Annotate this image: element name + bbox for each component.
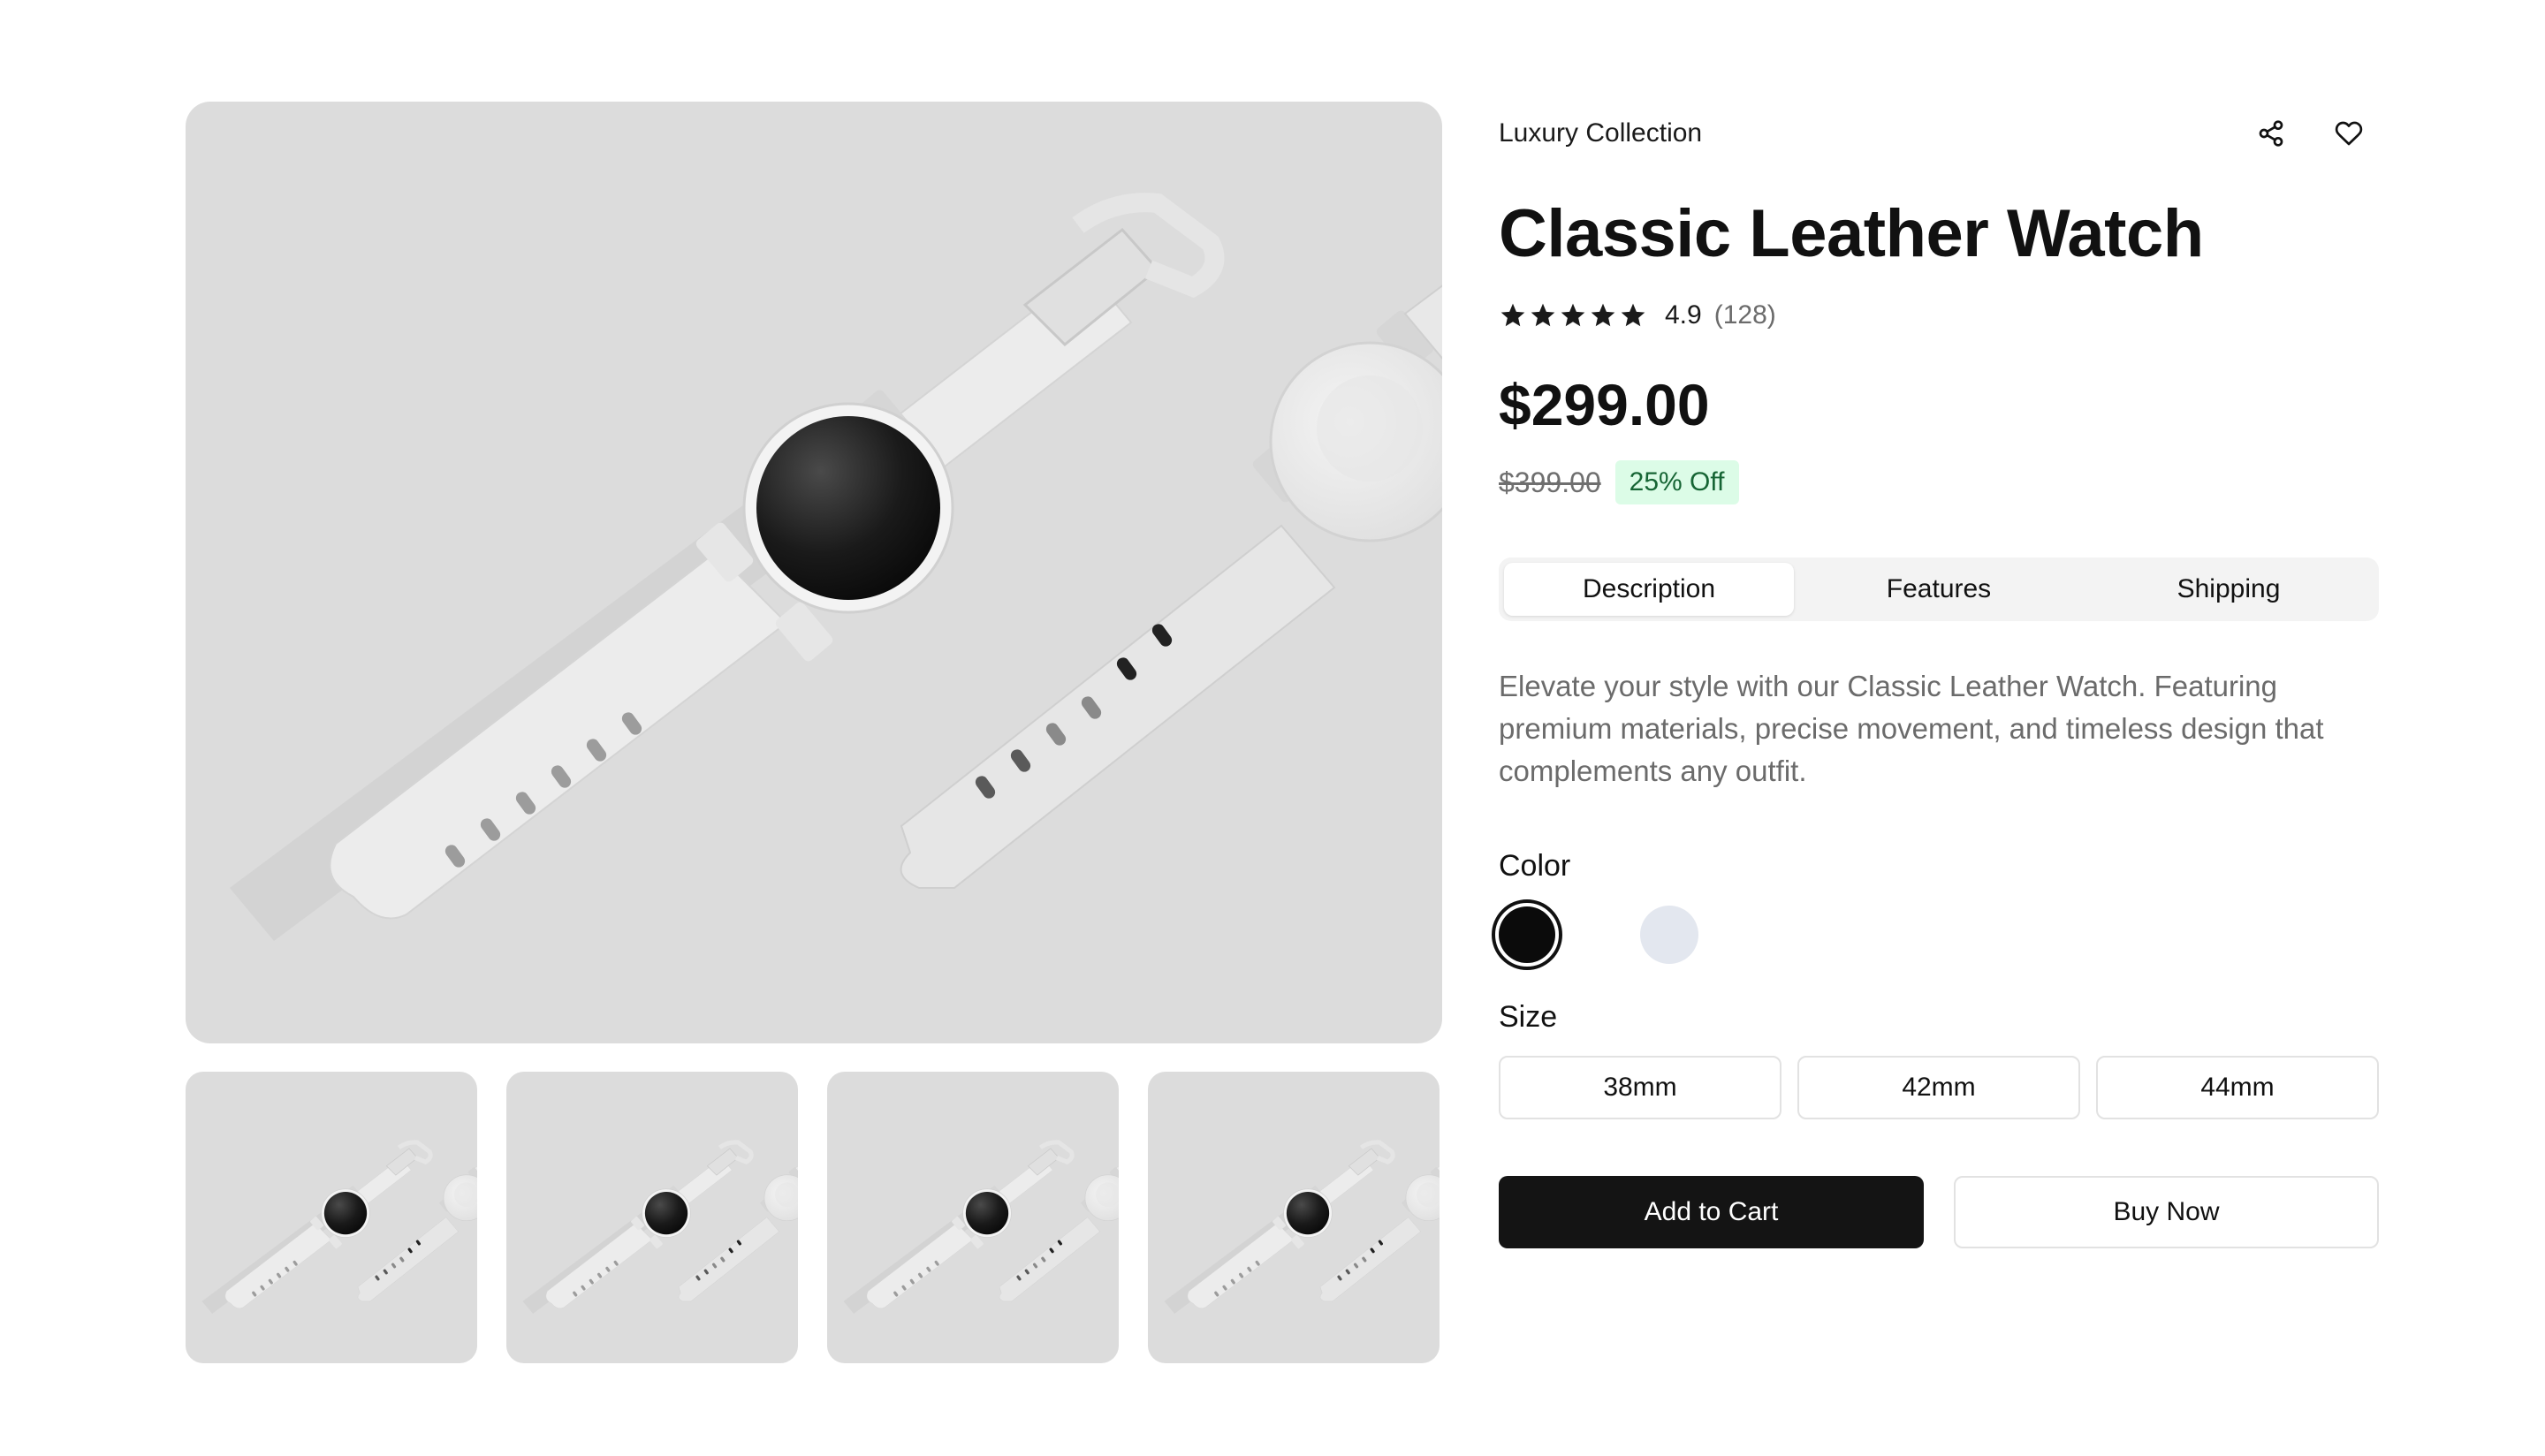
purchase-actions: Add to Cart Buy Now bbox=[1499, 1176, 2379, 1248]
main-product-image[interactable] bbox=[186, 102, 1442, 1043]
watch-image bbox=[186, 102, 1442, 1043]
thumbnail-4[interactable] bbox=[1148, 1072, 1440, 1363]
watch-thumbnail-image bbox=[506, 1072, 798, 1363]
current-price: $299.00 bbox=[1499, 372, 1710, 437]
product-tabs: Description Features Shipping bbox=[1499, 557, 2379, 621]
color-swatch-silver[interactable] bbox=[1640, 906, 1698, 964]
buy-now-button[interactable]: Buy Now bbox=[1954, 1176, 2379, 1248]
color-label: Color bbox=[1499, 849, 1571, 883]
star-rating bbox=[1499, 301, 1647, 330]
collection-label: Luxury Collection bbox=[1499, 118, 1703, 148]
share-button[interactable] bbox=[2250, 112, 2292, 155]
color-swatch-fill bbox=[1499, 906, 1555, 963]
watch-thumbnail-image bbox=[186, 1072, 477, 1363]
size-options: 38mm 42mm 44mm bbox=[1499, 1056, 2379, 1119]
star-icon bbox=[1621, 303, 1645, 327]
tab-description[interactable]: Description bbox=[1504, 563, 1794, 616]
discount-badge: 25% Off bbox=[1614, 460, 1739, 504]
watch-thumbnail-image bbox=[1148, 1072, 1440, 1363]
tab-features[interactable]: Features bbox=[1794, 563, 2084, 616]
thumbnail-1[interactable] bbox=[186, 1072, 477, 1363]
star-icon bbox=[1561, 303, 1585, 327]
header-actions bbox=[2250, 112, 2379, 155]
product-details: Luxury Collection Classic Leather Watch bbox=[1492, 102, 2379, 1248]
size-option-38mm[interactable]: 38mm bbox=[1499, 1056, 1782, 1119]
size-option-42mm[interactable]: 42mm bbox=[1797, 1056, 2080, 1119]
thumbnail-2[interactable] bbox=[506, 1072, 798, 1363]
original-price: $399.00 bbox=[1499, 466, 1601, 498]
star-icon bbox=[1531, 303, 1555, 327]
rating: 4.9 (128) bbox=[1499, 298, 2379, 333]
share-icon bbox=[2259, 120, 2283, 147]
details-header: Luxury Collection bbox=[1499, 102, 2379, 165]
product-gallery bbox=[186, 102, 1442, 1363]
rating-value: 4.9 bbox=[1665, 300, 1702, 330]
review-count[interactable]: (128) bbox=[1714, 300, 1776, 330]
add-to-cart-button[interactable]: Add to Cart bbox=[1499, 1176, 1924, 1248]
color-options bbox=[1492, 899, 2379, 970]
star-icon bbox=[1500, 303, 1525, 327]
thumbnail-3[interactable] bbox=[827, 1072, 1119, 1363]
size-option-44mm[interactable]: 44mm bbox=[2096, 1056, 2379, 1119]
heart-icon bbox=[2335, 121, 2363, 146]
wishlist-button[interactable] bbox=[2328, 112, 2370, 155]
product-title: Classic Leather Watch bbox=[1499, 196, 2204, 271]
thumbnail-strip bbox=[186, 1072, 1442, 1363]
tab-shipping[interactable]: Shipping bbox=[2084, 563, 2374, 616]
star-icon bbox=[1591, 303, 1615, 327]
color-swatch-black[interactable] bbox=[1492, 899, 1562, 970]
price-details: $399.00 25% Off bbox=[1499, 460, 2379, 504]
size-label: Size bbox=[1499, 1000, 1558, 1034]
watch-thumbnail-image bbox=[827, 1072, 1119, 1363]
product-description: Elevate your style with our Classic Leat… bbox=[1499, 670, 2324, 787]
